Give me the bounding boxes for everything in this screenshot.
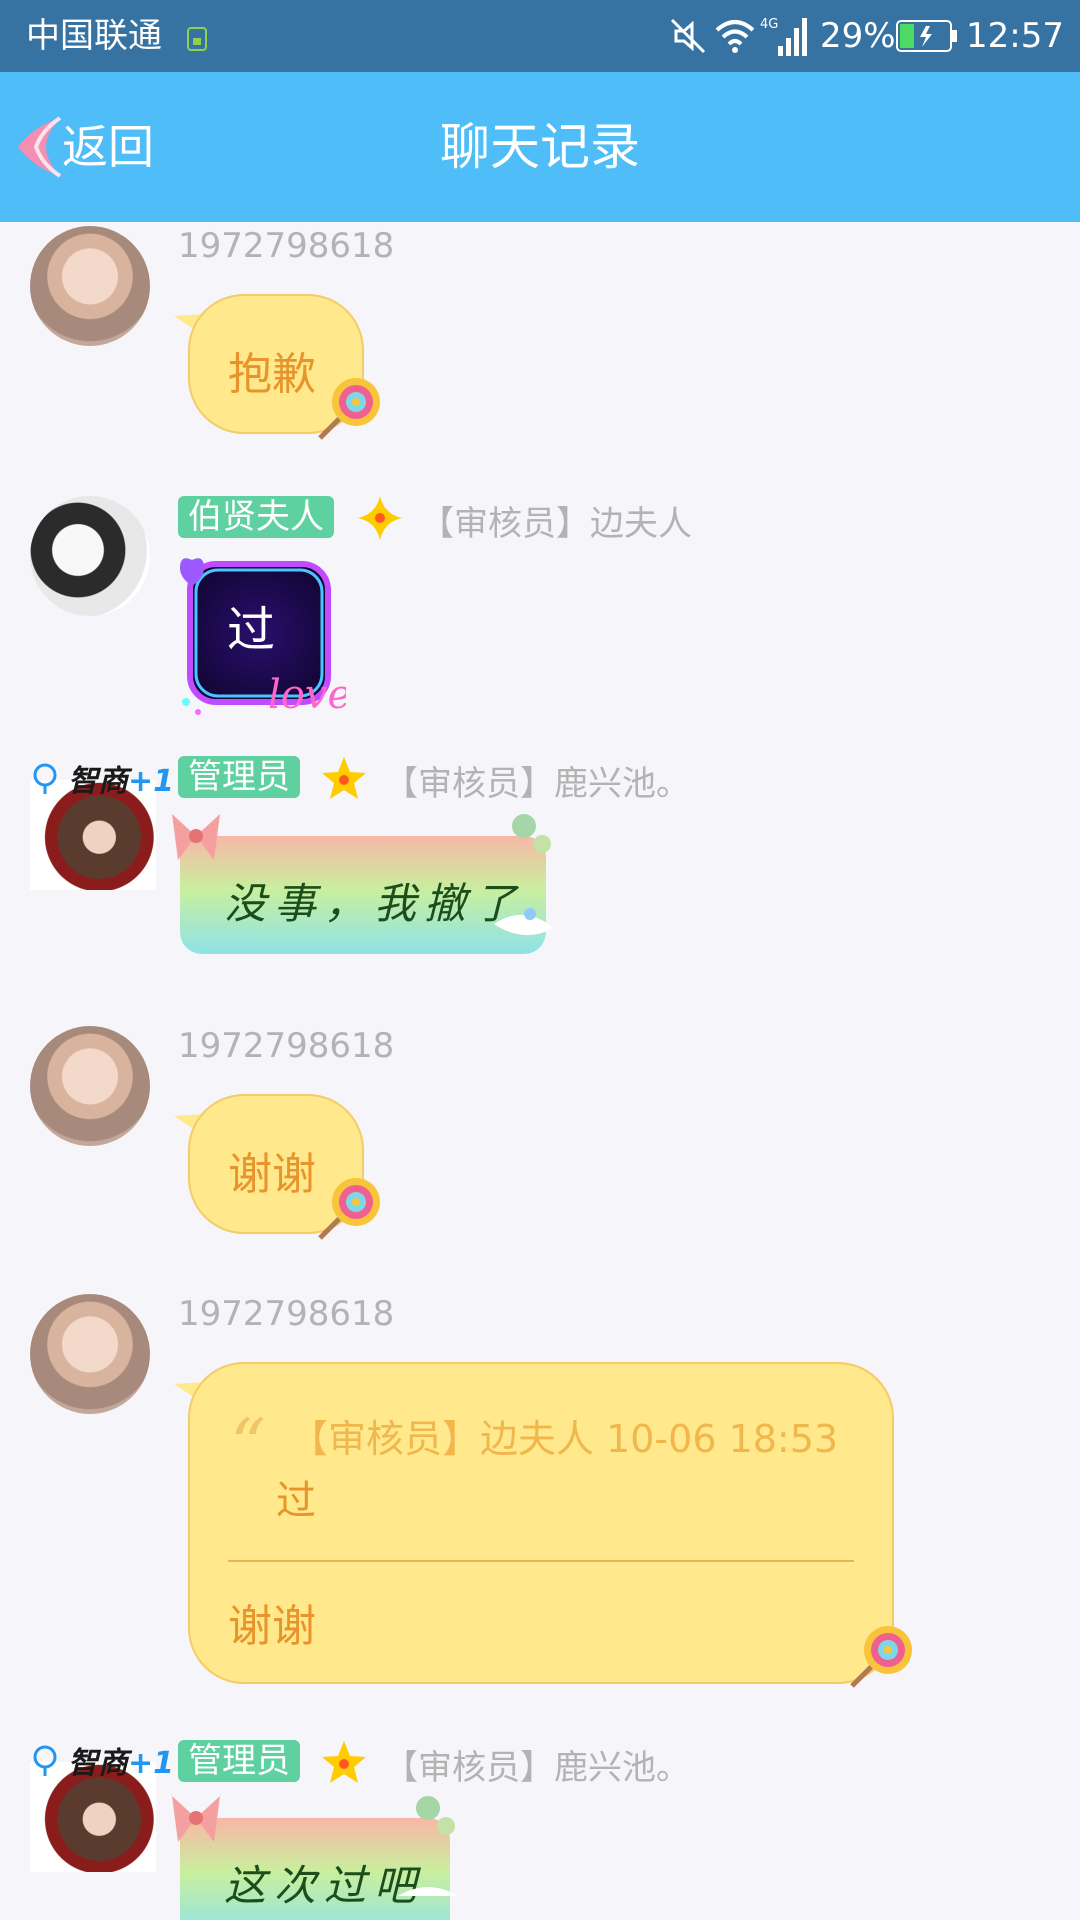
- admin-tag: 管理员: [178, 756, 300, 798]
- quoted-text: 过: [276, 1478, 316, 1524]
- iq-badge-plus: +1: [128, 1746, 175, 1781]
- flower-decoration-icon: [494, 814, 554, 936]
- star-rank-icon: [322, 1741, 366, 1783]
- ribbon-decoration-icon: [172, 814, 220, 860]
- wifi-icon: [715, 20, 755, 53]
- message-text: 谢谢: [228, 1149, 316, 1200]
- chat-message: 1972798618 “ 【审核员】边夫人 10-06 18:53 过 谢谢: [0, 1290, 1080, 1710]
- sender-id: 1972798618: [178, 1294, 395, 1334]
- sender-nickname: 【审核员】鹿兴池。: [384, 1748, 690, 1788]
- iq-badge: 智商+1: [68, 756, 188, 799]
- iq-badge-plus: +1: [128, 764, 175, 799]
- message-text: 没事，我撤了: [224, 879, 525, 928]
- quote-mark-icon: “: [230, 1404, 266, 1486]
- chat-message: 智商+1 管理员 【审核员】鹿兴池。 这次过吧: [0, 1734, 1080, 1920]
- quoted-header: 【审核员】边夫人 10-06 18:53: [290, 1417, 839, 1461]
- svg-text:love: love: [268, 672, 346, 718]
- sender-id: 1972798618: [178, 1026, 395, 1066]
- ribbon-decoration-icon: [172, 1796, 220, 1842]
- status-bar: 中国联通 4G 29% 12:57: [0, 0, 1080, 72]
- signal-4g-icon: 4G: [760, 17, 807, 56]
- lollipop-icon: [318, 378, 380, 440]
- lollipop-icon: [850, 1626, 912, 1688]
- iq-badge: 智商+1: [68, 1738, 188, 1781]
- sticker-text: 过: [226, 602, 275, 658]
- svg-text:4G: 4G: [760, 17, 778, 32]
- iq-badge-label: 智商: [68, 1746, 128, 1781]
- user-title-tag: 伯贤夫人: [178, 496, 334, 538]
- chat-message: 1972798618 谢谢: [0, 1022, 1080, 1282]
- lightbulb-icon: [33, 763, 57, 794]
- chat-message: 伯贤夫人 【审核员】边夫人 love 过: [0, 492, 1080, 742]
- star-rank-icon: [322, 757, 366, 799]
- chat-message: 智商+1 管理员 【审核员】鹿兴池。 没事，我撤了: [0, 752, 1080, 1012]
- quoted-reply-bubble[interactable]: “ 【审核员】边夫人 10-06 18:53 过 谢谢: [188, 1362, 894, 1684]
- message-text: 抱歉: [228, 349, 316, 400]
- quote-divider: [228, 1560, 854, 1562]
- title-bar: 返回 聊天记录: [0, 72, 1080, 222]
- sender-nickname: 【审核员】鹿兴池。: [384, 764, 690, 804]
- avatar[interactable]: [30, 496, 150, 616]
- lightbulb-icon: [33, 1745, 57, 1776]
- sim-card-icon: [187, 27, 207, 51]
- battery-percent: 29%: [820, 16, 896, 56]
- sender-nickname: 【审核员】边夫人: [420, 504, 692, 544]
- chat-message: 1972798618 抱歉: [0, 222, 1080, 462]
- avatar[interactable]: [30, 1294, 150, 1414]
- avatar[interactable]: [30, 226, 150, 346]
- diamond-rank-icon: [358, 496, 402, 540]
- avatar[interactable]: [30, 1026, 150, 1146]
- sender-id: 1972798618: [178, 226, 395, 266]
- clock: 12:57: [966, 16, 1064, 56]
- chat-history-list[interactable]: 1972798618 抱歉 伯贤夫人 【审核员】边夫人 love 过 智商+1 …: [0, 222, 1080, 1920]
- flower-decoration-icon: [398, 1796, 458, 1896]
- iq-badge-label: 智商: [68, 764, 128, 799]
- battery-icon: [896, 20, 957, 52]
- lollipop-icon: [318, 1178, 380, 1240]
- mute-icon: [670, 18, 706, 54]
- carrier-name: 中国联通: [26, 16, 162, 56]
- sticker-message[interactable]: love 过: [176, 552, 346, 722]
- message-text: 谢谢: [228, 1601, 316, 1652]
- admin-tag: 管理员: [178, 1740, 300, 1782]
- page-title: 聊天记录: [440, 118, 640, 176]
